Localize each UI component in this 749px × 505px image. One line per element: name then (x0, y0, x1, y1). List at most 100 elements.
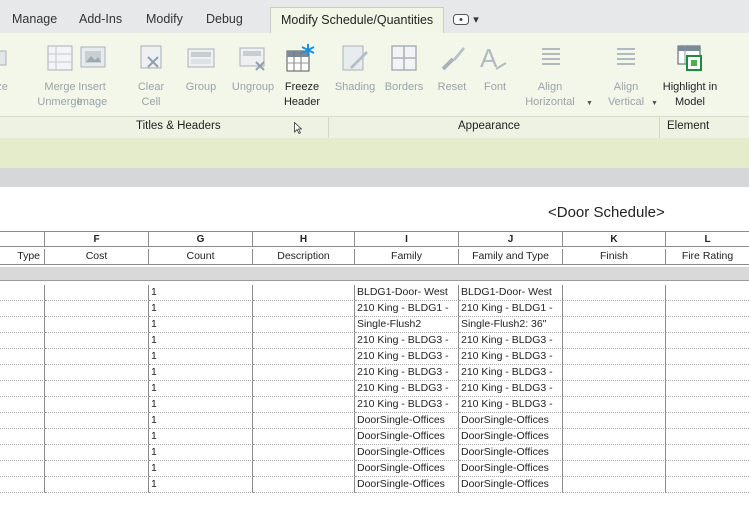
column-letter[interactable]: F (45, 231, 149, 247)
table-cell[interactable] (0, 397, 45, 413)
table-cell[interactable]: DoorSingle-Offices (459, 477, 563, 493)
table-cell[interactable]: 1 (149, 397, 253, 413)
table-cell[interactable]: 1 (149, 445, 253, 461)
table-cell[interactable] (563, 381, 666, 397)
table-cell[interactable] (666, 413, 749, 429)
table-cell[interactable] (0, 285, 45, 301)
table-cell[interactable] (45, 285, 149, 301)
table-cell[interactable] (0, 349, 45, 365)
table-cell[interactable]: 210 King - BLDG3 - (355, 365, 459, 381)
table-cell[interactable]: 210 King - BLDG3 - (459, 349, 563, 365)
align-vertical-dropdown-icon[interactable]: ▼ (651, 100, 658, 107)
column-header[interactable]: Cost (45, 249, 149, 265)
tab-modify-schedule-quantities[interactable]: Modify Schedule/Quantities (270, 7, 445, 34)
table-cell[interactable]: 210 King - BLDG1 - (355, 301, 459, 317)
table-cell[interactable] (253, 365, 355, 381)
table-row[interactable]: 1 DoorSingle-Offices DoorSingle-Offices (0, 461, 749, 477)
table-cell[interactable]: 210 King - BLDG3 - (459, 333, 563, 349)
column-header[interactable]: Description (253, 249, 355, 265)
table-cell[interactable] (0, 381, 45, 397)
tab-modify[interactable]: Modify (146, 12, 183, 26)
table-cell[interactable]: 210 King - BLDG3 - (355, 381, 459, 397)
table-cell[interactable] (666, 301, 749, 317)
table-cell[interactable]: DoorSingle-Offices (355, 461, 459, 477)
column-letter[interactable] (0, 231, 45, 247)
group-header-row[interactable] (0, 267, 749, 281)
tab-debug[interactable]: Debug (206, 12, 243, 26)
table-cell[interactable] (563, 445, 666, 461)
table-cell[interactable] (45, 429, 149, 445)
table-cell[interactable] (253, 317, 355, 333)
table-cell[interactable] (45, 477, 149, 493)
column-header[interactable]: Fire Rating (666, 249, 749, 265)
table-row[interactable]: 1 210 King - BLDG3 -210 King - BLDG3 - (0, 397, 749, 413)
table-cell[interactable] (563, 333, 666, 349)
table-cell[interactable] (253, 333, 355, 349)
align-horizontal-dropdown-icon[interactable]: ▼ (586, 100, 593, 107)
table-cell[interactable] (0, 317, 45, 333)
table-cell[interactable] (253, 429, 355, 445)
table-row[interactable]: 1 210 King - BLDG3 -210 King - BLDG3 - (0, 333, 749, 349)
table-cell[interactable]: DoorSingle-Offices (355, 413, 459, 429)
table-cell[interactable] (253, 381, 355, 397)
table-cell[interactable]: 1 (149, 285, 253, 301)
table-cell[interactable]: DoorSingle-Offices (459, 429, 563, 445)
table-cell[interactable] (666, 429, 749, 445)
table-row[interactable]: 1 DoorSingle-Offices DoorSingle-Offices (0, 413, 749, 429)
column-header[interactable]: Family (355, 249, 459, 265)
column-letter[interactable]: L (666, 231, 749, 247)
tab-add-ins[interactable]: Add-Ins (79, 12, 122, 26)
table-cell[interactable]: BLDG1-Door- West (355, 285, 459, 301)
table-cell[interactable] (666, 349, 749, 365)
table-cell[interactable] (0, 461, 45, 477)
table-cell[interactable] (563, 285, 666, 301)
table-cell[interactable] (253, 301, 355, 317)
table-cell[interactable]: DoorSingle-Offices (355, 477, 459, 493)
table-cell[interactable] (563, 317, 666, 333)
table-cell[interactable]: 1 (149, 317, 253, 333)
table-row[interactable]: 1 210 King - BLDG1 -210 King - BLDG1 - (0, 301, 749, 317)
table-cell[interactable] (253, 397, 355, 413)
table-cell[interactable] (45, 301, 149, 317)
table-cell[interactable] (563, 349, 666, 365)
table-cell[interactable]: DoorSingle-Offices (355, 429, 459, 445)
table-cell[interactable] (253, 477, 355, 493)
table-cell[interactable] (666, 365, 749, 381)
table-row[interactable]: 1 Single-Flush2 Single-Flush2: 36" (0, 317, 749, 333)
table-cell[interactable] (563, 397, 666, 413)
table-cell[interactable]: 210 King - BLDG3 - (355, 349, 459, 365)
column-header[interactable]: Finish (563, 249, 666, 265)
table-cell[interactable]: 210 King - BLDG3 - (459, 397, 563, 413)
table-cell[interactable] (45, 445, 149, 461)
table-cell[interactable] (0, 413, 45, 429)
table-cell[interactable]: BLDG1-Door- West (459, 285, 563, 301)
table-cell[interactable] (666, 477, 749, 493)
table-cell[interactable] (0, 365, 45, 381)
table-cell[interactable]: 1 (149, 301, 253, 317)
table-cell[interactable] (45, 413, 149, 429)
table-cell[interactable] (563, 477, 666, 493)
table-cell[interactable] (45, 381, 149, 397)
table-row[interactable]: 1 DoorSingle-Offices DoorSingle-Offices (0, 445, 749, 461)
table-cell[interactable] (0, 333, 45, 349)
table-cell[interactable] (0, 429, 45, 445)
table-cell[interactable] (563, 461, 666, 477)
table-cell[interactable] (45, 365, 149, 381)
table-cell[interactable] (253, 445, 355, 461)
table-cell[interactable] (563, 413, 666, 429)
table-cell[interactable] (563, 301, 666, 317)
table-cell[interactable]: Single-Flush2 (355, 317, 459, 333)
table-cell[interactable]: 210 King - BLDG1 - (459, 301, 563, 317)
table-cell[interactable] (563, 365, 666, 381)
table-cell[interactable] (0, 477, 45, 493)
table-cell[interactable] (666, 461, 749, 477)
table-cell[interactable] (45, 349, 149, 365)
table-cell[interactable]: 1 (149, 333, 253, 349)
table-cell[interactable] (666, 317, 749, 333)
column-header[interactable]: Count (149, 249, 253, 265)
table-cell[interactable]: 210 King - BLDG3 - (355, 333, 459, 349)
table-cell[interactable]: 210 King - BLDG3 - (459, 381, 563, 397)
table-cell[interactable]: DoorSingle-Offices (459, 445, 563, 461)
table-cell[interactable]: 1 (149, 381, 253, 397)
table-row[interactable]: 1 BLDG1-Door- West BLDG1-Door- West (0, 285, 749, 301)
